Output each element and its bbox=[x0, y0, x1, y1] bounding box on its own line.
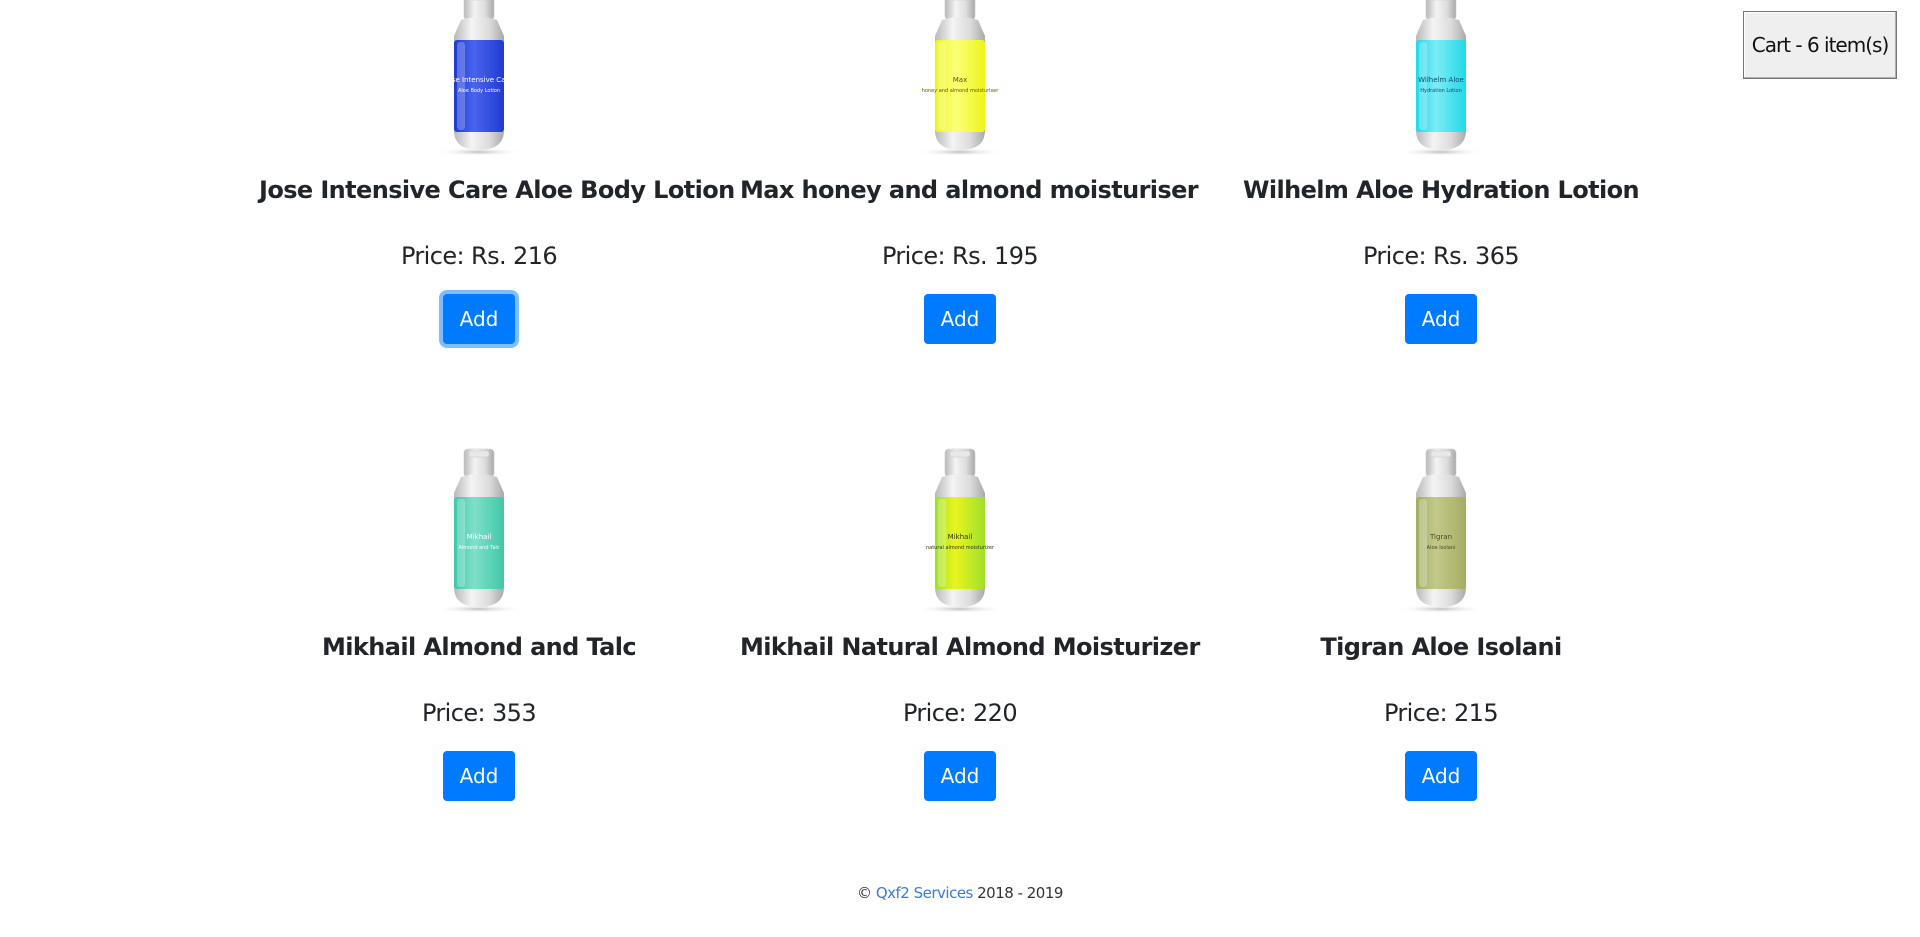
product-name: Wilhelm Aloe Hydration Lotion bbox=[1242, 176, 1640, 204]
add-to-cart-button[interactable]: Add bbox=[1405, 294, 1477, 344]
add-to-cart-button[interactable]: Add bbox=[924, 294, 996, 344]
product-price: Price: Rs. 195 bbox=[881, 242, 1039, 270]
bottle-illustration: Mikhail natural almond moisturizer bbox=[916, 448, 1004, 613]
bottle-illustration: Wilhelm Aloe Hydration Lotion bbox=[1397, 0, 1485, 156]
product-image: Jose Intensive Care Aloe Body Lotion bbox=[424, 0, 534, 160]
product-name: Jose Intensive Care Aloe Body Lotion bbox=[259, 176, 735, 204]
product-card: Mikhail Almond and Talc Mikhail Almond a… bbox=[259, 437, 699, 801]
product-card: Wilhelm Aloe Hydration Lotion Wilhelm Al… bbox=[1221, 0, 1661, 344]
footer-years: 2018 - 2019 bbox=[972, 884, 1063, 902]
product-name: Mikhail Natural Almond Moisturizer bbox=[740, 633, 1200, 661]
product-image: Max honey and almond moisturiser bbox=[905, 0, 1015, 160]
bottle-illustration: Tigran Aloe Isolani bbox=[1397, 448, 1485, 613]
add-to-cart-button[interactable]: Add bbox=[1405, 751, 1477, 801]
svg-text:Mikhail: Mikhail bbox=[948, 533, 973, 541]
add-to-cart-button[interactable]: Add bbox=[924, 751, 996, 801]
product-card: Max honey and almond moisturiser Max hon… bbox=[740, 0, 1199, 344]
product-price: Price: Rs. 216 bbox=[400, 242, 558, 270]
product-card: Mikhail natural almond moisturizer Mikha… bbox=[740, 437, 1200, 801]
add-to-cart-button[interactable]: Add bbox=[443, 751, 515, 801]
footer: © Qxf2 Services 2018 - 2019 bbox=[0, 884, 1920, 902]
product-price: Price: 353 bbox=[421, 699, 537, 727]
svg-text:Wilhelm Aloe: Wilhelm Aloe bbox=[1418, 76, 1464, 84]
bottle-illustration: Jose Intensive Care Aloe Body Lotion bbox=[435, 0, 523, 156]
product-image: Tigran Aloe Isolani bbox=[1386, 437, 1496, 617]
product-card: Jose Intensive Care Aloe Body Lotion Jos… bbox=[259, 0, 735, 344]
svg-text:natural almond moisturizer: natural almond moisturizer bbox=[926, 545, 995, 551]
product-image: Mikhail Almond and Talc bbox=[424, 437, 534, 617]
svg-text:Jose Intensive Care: Jose Intensive Care bbox=[445, 76, 513, 84]
product-price: Price: Rs. 365 bbox=[1362, 242, 1520, 270]
svg-text:Aloe Isolani: Aloe Isolani bbox=[1427, 545, 1456, 551]
product-name: Mikhail Almond and Talc bbox=[321, 633, 637, 661]
bottle-illustration: Max honey and almond moisturiser bbox=[916, 0, 1004, 156]
product-price: Price: 220 bbox=[902, 699, 1018, 727]
product-card: Tigran Aloe Isolani Tigran Aloe Isolani … bbox=[1221, 437, 1661, 801]
product-name: Max honey and almond moisturiser bbox=[740, 176, 1199, 204]
cart-button[interactable]: Cart - 6 item(s) bbox=[1743, 11, 1897, 79]
footer-company-link[interactable]: Qxf2 Services bbox=[876, 884, 974, 902]
product-price: Price: 215 bbox=[1383, 699, 1499, 727]
product-listing-page: Cart - 6 item(s) Jose Intensive Care Alo… bbox=[0, 0, 1920, 937]
product-image: Mikhail natural almond moisturizer bbox=[905, 437, 1015, 617]
add-to-cart-button[interactable]: Add bbox=[443, 294, 515, 344]
svg-text:Tigran: Tigran bbox=[1429, 533, 1452, 541]
bottle-illustration: Mikhail Almond and Talc bbox=[435, 448, 523, 613]
product-name: Tigran Aloe Isolani bbox=[1320, 633, 1562, 661]
svg-text:Aloe Body Lotion: Aloe Body Lotion bbox=[458, 88, 500, 94]
svg-text:Hydration Lotion: Hydration Lotion bbox=[1420, 88, 1462, 94]
svg-text:honey and almond moisturiser: honey and almond moisturiser bbox=[922, 88, 1000, 94]
product-image: Wilhelm Aloe Hydration Lotion bbox=[1386, 0, 1496, 160]
svg-text:Almond and Talc: Almond and Talc bbox=[458, 545, 499, 551]
svg-text:Mikhail: Mikhail bbox=[467, 533, 492, 541]
footer-copyright: © bbox=[857, 884, 876, 902]
svg-text:Max: Max bbox=[953, 76, 967, 84]
cart-button-label: Cart - 6 item(s) bbox=[1751, 33, 1890, 57]
